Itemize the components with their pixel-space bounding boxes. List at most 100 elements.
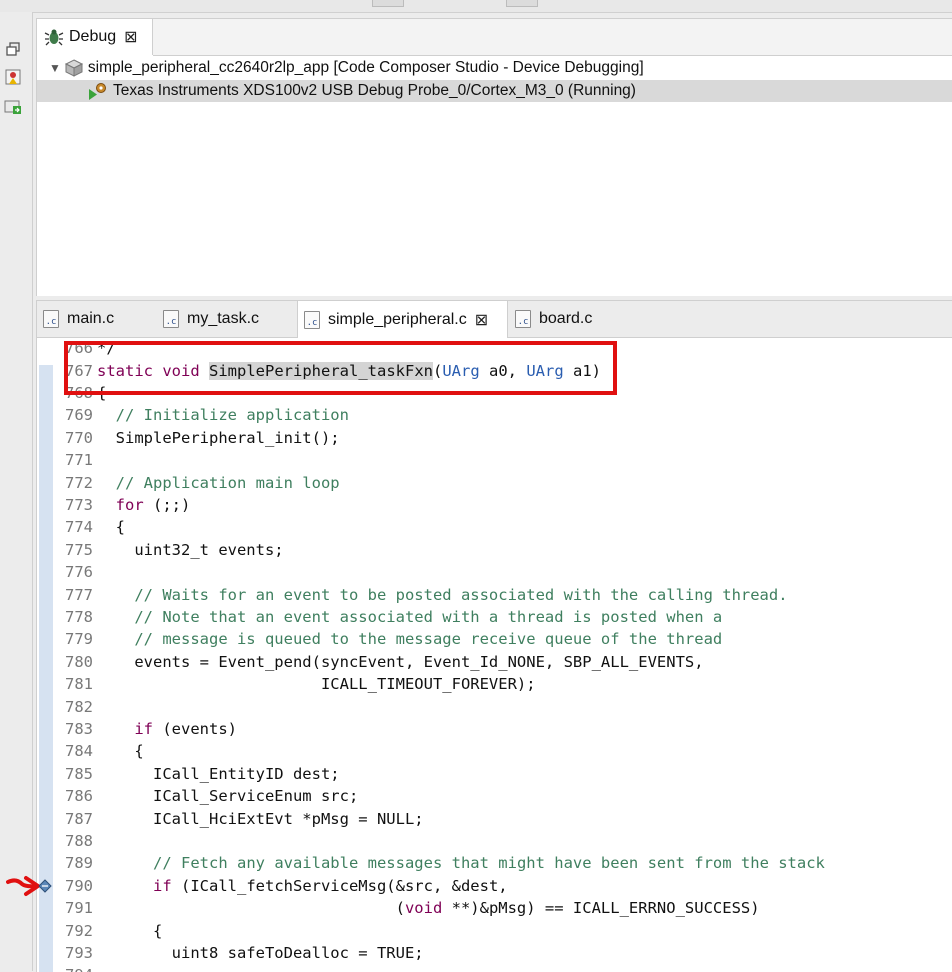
code-line[interactable]: 778 // Note that an event associated wit…: [37, 606, 952, 628]
code-line[interactable]: 767 static void SimplePeripheral_taskFxn(…: [37, 359, 952, 381]
left-trim-bar: [0, 12, 33, 971]
line-number: 776: [65, 563, 93, 582]
code-line[interactable]: 789 // Fetch any available messages that…: [37, 852, 952, 874]
code-text: for (;;): [115, 495, 191, 514]
code-text: ICall_HciExtEvt *pMsg = NULL;: [97, 809, 424, 828]
c-file-icon: .c: [43, 310, 59, 328]
line-number: 782: [65, 697, 93, 716]
code-line[interactable]: 776: [37, 561, 952, 583]
code-text: */: [97, 339, 116, 358]
close-icon[interactable]: ⊠: [475, 310, 488, 330]
line-number: 766: [65, 339, 93, 358]
code-line[interactable]: 780 events = Event_pend(syncEvent, Event…: [37, 651, 952, 673]
toolbar-button[interactable]: [506, 0, 538, 7]
code-text: // Note that an event associated with a …: [134, 607, 723, 626]
tab-my-task-c[interactable]: .c my_task.c: [157, 301, 297, 337]
code-line[interactable]: 766 */: [37, 339, 952, 359]
code-line[interactable]: 793 uint8 safeToDealloc = TRUE;: [37, 942, 952, 964]
code-line[interactable]: 787 ICall_HciExtEvt *pMsg = NULL;: [37, 807, 952, 829]
c-file-icon: .c: [304, 310, 320, 329]
code-line[interactable]: 783 if (events): [37, 718, 952, 740]
code-line[interactable]: 788: [37, 830, 952, 852]
expand-arrow-icon[interactable]: ▼: [49, 61, 61, 75]
debug-thread-row[interactable]: Texas Instruments XDS100v2 USB Debug Pro…: [37, 80, 952, 102]
breakpoint-icon[interactable]: [38, 879, 52, 893]
line-number: 780: [65, 652, 93, 671]
code-text: // message is queued to the message rece…: [134, 630, 723, 649]
c-file-icon: .c: [515, 310, 531, 328]
line-number: 792: [65, 921, 93, 940]
code-text: {: [97, 518, 125, 537]
debug-session-icon: [64, 59, 84, 77]
close-icon[interactable]: ⊠: [124, 27, 137, 47]
code-editor: .c main.c .c my_task.c .c simple_periphe…: [36, 300, 952, 972]
code-line[interactable]: 791 (void **)&pMsg) == ICALL_ERRNO_SUCCE…: [37, 897, 952, 919]
problems-view-icon[interactable]: [4, 68, 22, 86]
line-number: 793: [65, 943, 93, 962]
code-line[interactable]: 790 if (ICall_fetchServiceMsg(&src, &des…: [37, 875, 952, 897]
tab-debug[interactable]: Debug ⊠: [37, 19, 153, 55]
top-toolbar-strip: [0, 0, 952, 13]
editor-tab-bar: .c main.c .c my_task.c .c simple_periphe…: [37, 301, 952, 338]
tab-board-c[interactable]: .c board.c: [509, 301, 649, 337]
line-number: 787: [65, 809, 93, 828]
code-line[interactable]: 777 // Waits for an event to be posted a…: [37, 583, 952, 605]
debug-tab-strip: [153, 19, 952, 56]
code-line[interactable]: 775 uint32_t events;: [37, 539, 952, 561]
toolbar-button[interactable]: [372, 0, 404, 7]
code-line[interactable]: 782: [37, 695, 952, 717]
tab-label: board.c: [539, 310, 593, 327]
c-file-icon: .c: [163, 310, 179, 328]
console-view-icon[interactable]: [4, 98, 22, 116]
line-number: 781: [65, 675, 93, 694]
code-line[interactable]: 772 // Application main loop: [37, 471, 952, 493]
code-text: ICALL_TIMEOUT_FOREVER);: [97, 675, 536, 694]
line-number: 772: [65, 473, 93, 492]
red-arrow-annotation-icon: [6, 876, 40, 896]
code-line[interactable]: 792 {: [37, 919, 952, 941]
code-line[interactable]: 784 {: [37, 740, 952, 762]
tab-label: simple_peripheral.c: [328, 310, 467, 328]
line-number: 769: [65, 406, 93, 425]
line-number: 774: [65, 518, 93, 537]
code-text: ICall_EntityID dest;: [97, 764, 340, 783]
code-text: {: [97, 383, 107, 402]
code-text: // Waits for an event to be posted assoc…: [134, 585, 788, 604]
code-text: uint32_t events;: [97, 540, 284, 559]
line-number: 773: [65, 495, 93, 514]
code-line[interactable]: 786 ICall_ServiceEnum src;: [37, 785, 952, 807]
debug-thread-label: Texas Instruments XDS100v2 USB Debug Pro…: [113, 82, 636, 99]
code-line[interactable]: 773 for (;;): [37, 494, 952, 516]
line-number: 779: [65, 630, 93, 649]
line-number: 789: [65, 854, 93, 873]
code-area[interactable]: 766 */767 static void SimplePeripheral_tas…: [37, 339, 952, 972]
code-line[interactable]: 785 ICall_EntityID dest;: [37, 763, 952, 785]
code-text: // Application main loop: [115, 473, 340, 492]
code-text: ICall_ServiceEnum src;: [97, 787, 359, 806]
tab-label: my_task.c: [187, 310, 260, 327]
code-line[interactable]: 779 // message is queued to the message …: [37, 628, 952, 650]
code-text: // Fetch any available messages that mig…: [153, 854, 825, 873]
restore-icon[interactable]: [4, 40, 22, 58]
code-line[interactable]: 768{: [37, 382, 952, 404]
code-line[interactable]: 771: [37, 449, 952, 471]
line-number: 786: [65, 787, 93, 806]
line-number: 794: [63, 966, 93, 972]
code-line[interactable]: 774 {: [37, 516, 952, 538]
debug-session-row[interactable]: ▼ simple_peripheral_cc2640r2lp_app [Code…: [37, 57, 952, 79]
line-number: 777: [65, 585, 93, 604]
debug-session-label: simple_peripheral_cc2640r2lp_app [Code C…: [87, 59, 644, 76]
debug-view: Debug ⊠ ▼ simple_peripheral_cc2640r2lp_a…: [36, 18, 952, 296]
tab-debug-label: Debug: [69, 28, 117, 45]
code-line[interactable]: 781 ICALL_TIMEOUT_FOREVER);: [37, 673, 952, 695]
tab-simple-peripheral-c[interactable]: .c simple_peripheral.c ⊠: [297, 301, 508, 338]
line-number: 778: [65, 607, 93, 626]
code-line[interactable]: 770 SimplePeripheral_init();: [37, 427, 952, 449]
code-line[interactable]: 769 // Initialize application: [37, 404, 952, 426]
running-thread-icon: [89, 83, 106, 100]
code-text: // Initialize application: [115, 406, 349, 425]
code-text: (void **)&pMsg) == ICALL_ERRNO_SUCCESS): [97, 899, 760, 918]
tab-main-c[interactable]: .c main.c: [37, 301, 155, 337]
line-number: 770: [65, 428, 93, 447]
line-number: 767: [65, 361, 93, 380]
